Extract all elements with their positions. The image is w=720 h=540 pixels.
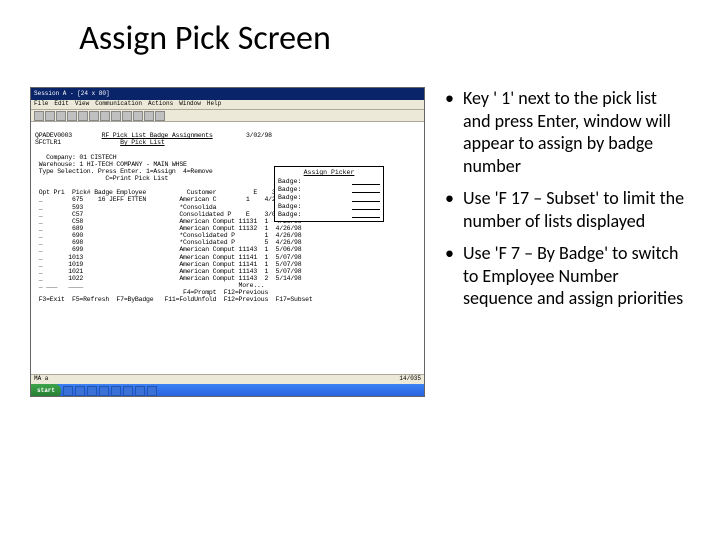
badge-label: Badge: xyxy=(278,203,301,210)
term-warehouse: Warehouse: 1 HI-TECH COMPANY - MAIN WHSE xyxy=(39,161,187,168)
term-date: 3/02/98 xyxy=(246,132,272,139)
bullet-item: Use 'F 17 – Subset' to limit the number … xyxy=(445,187,685,232)
term-columns: Opt Pri Pick# Badge Employee Customer E … xyxy=(39,189,298,196)
menu-edit[interactable]: Edit xyxy=(54,101,68,108)
term-row: _ 1013 American Comput 11141 1 5/07/98 xyxy=(35,254,301,261)
term-cprint: C=Print Pick List xyxy=(105,175,168,182)
term-fkeys-popup: F4=Prompt F12=Previous xyxy=(183,289,268,296)
bullet-list: Key ' 1' next to the pick list and press… xyxy=(445,87,685,397)
bullet-item: Use 'F 7 – By Badge' to switch to Employ… xyxy=(445,242,685,310)
taskbar-item[interactable] xyxy=(87,386,97,396)
term-row: _ 1019 American Comput 11141 1 5/07/98 xyxy=(35,261,301,268)
taskbar-item[interactable] xyxy=(135,386,145,396)
toolbar-icon[interactable] xyxy=(78,111,88,121)
toolbar-icon[interactable] xyxy=(67,111,77,121)
badge-label: Badge: xyxy=(278,178,301,185)
badge-input[interactable] xyxy=(352,211,380,218)
toolbar-icon[interactable] xyxy=(89,111,99,121)
term-typesel: Type Selection. Press Enter. 1=Assign 4=… xyxy=(39,168,213,175)
badge-input[interactable] xyxy=(352,194,380,201)
menu-actions[interactable]: Actions xyxy=(148,101,173,108)
start-button[interactable]: start xyxy=(31,384,61,397)
term-row: _ 1021 American Comput 11143 1 5/07/98 xyxy=(35,268,301,275)
window-title: Session A - [24 x 80] xyxy=(34,91,110,98)
badge-input[interactable] xyxy=(352,203,380,210)
badge-label: Badge: xyxy=(278,194,301,201)
term-program: QPADEV0003 xyxy=(35,132,72,139)
terminal-screenshot: Session A - [24 x 80] File Edit View Com… xyxy=(30,87,425,397)
taskbar-item[interactable] xyxy=(75,386,85,396)
badge-input[interactable] xyxy=(352,186,380,193)
toolbar-icon[interactable] xyxy=(100,111,110,121)
menu-window[interactable]: Window xyxy=(179,101,201,108)
term-screen-id: RF Pick List Badge Assignments xyxy=(102,132,213,139)
term-row: _ ___ ____ More... xyxy=(35,282,264,289)
menu-communication[interactable]: Communication xyxy=(95,101,142,108)
taskbar-item[interactable] xyxy=(111,386,121,396)
toolbar-icon[interactable] xyxy=(144,111,154,121)
windows-taskbar: start xyxy=(31,384,424,397)
term-row: _ 690 *Consolidated P 1 4/26/98 xyxy=(35,232,301,239)
term-company: Company: 01 CISTECH xyxy=(46,154,116,161)
toolbar xyxy=(31,110,424,122)
taskbar-item[interactable] xyxy=(147,386,157,396)
window-titlebar: Session A - [24 x 80] xyxy=(31,88,424,100)
menu-help[interactable]: Help xyxy=(207,101,221,108)
term-sort: By Pick List xyxy=(120,139,164,146)
terminal-body[interactable]: QPADEV0003 RF Pick List Badge Assignment… xyxy=(31,122,424,374)
toolbar-icon[interactable] xyxy=(56,111,66,121)
toolbar-icon[interactable] xyxy=(133,111,143,121)
term-row: _ C58 American Comput 11131 1 4/26/98 xyxy=(35,218,301,225)
term-fkeys: F3=Exit F5=Refresh F7=ByBadge F11=FoldUn… xyxy=(39,296,313,303)
term-row: _ 689 American Comput 11132 1 4/26/98 xyxy=(35,225,301,232)
popup-title: Assign Picker xyxy=(278,169,380,176)
status-bar: MA a 14/035 xyxy=(31,374,424,384)
taskbar-item[interactable] xyxy=(99,386,109,396)
term-row: _ 675 16 JEFF ETTEN American C 1 4/26/98 xyxy=(35,196,290,203)
menubar: File Edit View Communication Actions Win… xyxy=(31,100,424,110)
toolbar-icon[interactable] xyxy=(34,111,44,121)
badge-label: Badge: xyxy=(278,211,301,218)
toolbar-icon[interactable] xyxy=(45,111,55,121)
toolbar-icon[interactable] xyxy=(111,111,121,121)
term-row: _ 699 American Comput 11143 1 5/06/98 xyxy=(35,246,301,253)
term-row: _ C57 Consolidated P E 3/02/97 xyxy=(35,211,290,218)
slide-title: Assign Pick Screen xyxy=(0,18,690,59)
term-row: _ 1022 American Comput 11143 2 5/14/98 xyxy=(35,275,301,282)
status-right: 14/035 xyxy=(399,376,421,383)
bullet-item: Key ' 1' next to the pick list and press… xyxy=(445,87,685,177)
term-subprog: SFCTLR1 xyxy=(35,139,61,146)
menu-file[interactable]: File xyxy=(34,101,48,108)
menu-view[interactable]: View xyxy=(75,101,89,108)
assign-picker-popup: Assign Picker Badge: Badge: Badge: Badge… xyxy=(274,166,384,222)
badge-input[interactable] xyxy=(352,178,380,185)
toolbar-icon[interactable] xyxy=(122,111,132,121)
taskbar-item[interactable] xyxy=(123,386,133,396)
badge-label: Badge: xyxy=(278,186,301,193)
taskbar-item[interactable] xyxy=(63,386,73,396)
term-row: _ 593 *Consolida xyxy=(35,204,216,211)
term-row: _ 698 *Consolidated P 5 4/26/98 xyxy=(35,239,301,246)
status-left: MA a xyxy=(34,376,48,383)
toolbar-icon[interactable] xyxy=(155,111,165,121)
